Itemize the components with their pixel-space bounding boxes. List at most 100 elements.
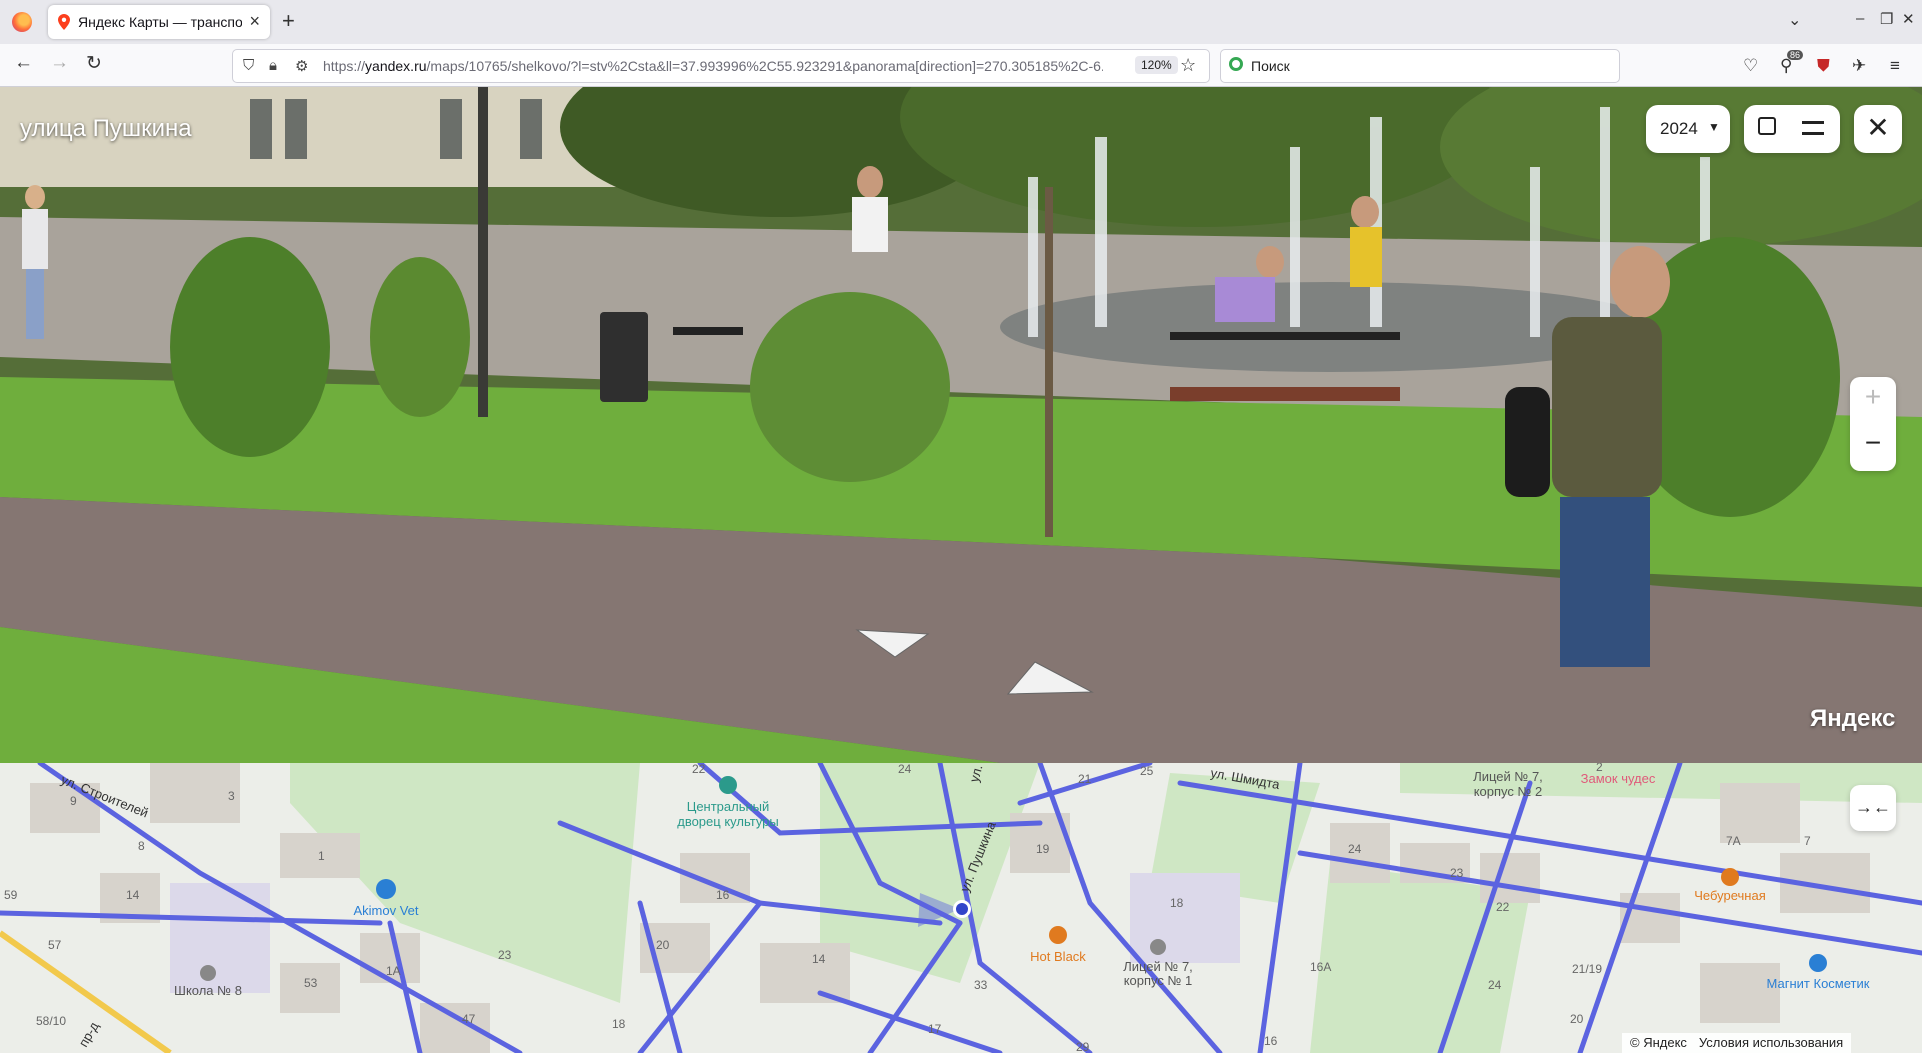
house-number: 3	[228, 789, 235, 803]
panorama-toolbar	[1744, 105, 1840, 153]
poi-label[interactable]: Hot Black	[1030, 949, 1086, 964]
house-number: 23	[1450, 866, 1464, 880]
permissions-icon[interactable]: ⚙	[295, 57, 308, 75]
menu-icon[interactable]: ≡	[1890, 56, 1900, 76]
house-number: 2	[1596, 763, 1603, 774]
house-number: 16	[1264, 1034, 1278, 1048]
house-number: 7А	[1726, 834, 1741, 848]
house-number: 9	[70, 794, 77, 808]
house-number: 17	[928, 1022, 942, 1036]
external-link-icon[interactable]	[1758, 117, 1776, 135]
caret-down-icon: ▼	[1708, 120, 1720, 134]
tab-yandex-maps[interactable]: Яндекс Карты — транспор ×	[48, 5, 270, 39]
street-name: улица Пушкина	[20, 115, 192, 142]
zoom-out-button[interactable]: −	[1850, 427, 1896, 459]
terms-link[interactable]: Условия использования	[1699, 1035, 1843, 1050]
house-number: 8	[138, 839, 145, 853]
poi-label[interactable]: Чебуречная	[1694, 888, 1766, 903]
poi-label[interactable]: дворец культуры	[677, 814, 779, 829]
house-number: 16А	[1310, 960, 1331, 974]
house-number: 58/10	[36, 1014, 66, 1028]
search-input[interactable]: Поиск	[1220, 49, 1620, 83]
poi-label[interactable]: корпус № 2	[1474, 784, 1543, 799]
copyright-text: © Яндекс	[1630, 1035, 1687, 1050]
house-number: 18	[1170, 896, 1184, 910]
house-number: 22	[1496, 900, 1510, 914]
yandex-logo: Яндекс	[1810, 705, 1896, 732]
navigation-bar: ← → ↻ ⛉ 🔒︎ ⚙ https://yandex.ru/maps/1076…	[0, 44, 1922, 87]
search-placeholder: Поиск	[1251, 58, 1290, 74]
year-value: 2024	[1660, 119, 1698, 138]
zoom-in-button[interactable]: +	[1850, 381, 1896, 413]
house-number: 29	[1076, 1040, 1090, 1053]
mini-map[interactable]: ул. Строителей ул. Пушкина ул. Шмидта ул…	[0, 763, 1922, 1053]
poi-label[interactable]: корпус № 1	[1124, 973, 1193, 988]
panorama-image[interactable]	[0, 87, 1922, 763]
search-engine-icon	[1229, 57, 1243, 71]
reload-icon[interactable]: ↻	[86, 52, 102, 75]
house-number: 14	[812, 952, 826, 966]
map-footer: © Яндекс Условия использования	[1622, 1033, 1852, 1053]
poi-marker[interactable]: Центральный дворец культуры	[677, 776, 779, 829]
house-number: 24	[1488, 978, 1502, 992]
ublock-icon[interactable]: ⛊	[1817, 56, 1830, 76]
poi-marker[interactable]: Замок чудес	[1581, 771, 1656, 786]
house-number: 24	[898, 763, 912, 776]
url-text[interactable]: https://yandex.ru/maps/10765/shelkovo/?l…	[323, 58, 1103, 74]
minimize-icon[interactable]: –	[1856, 10, 1864, 27]
house-number: 21/19	[1572, 962, 1602, 976]
house-number: 1А	[386, 964, 401, 978]
extension-badge: 86	[1787, 50, 1804, 60]
pocket-icon[interactable]: ♡	[1743, 56, 1758, 76]
poi-label[interactable]: Лицей № 7,	[1123, 959, 1193, 974]
house-number: 47	[462, 1012, 476, 1026]
chevron-down-icon[interactable]: ⌄	[1788, 10, 1801, 30]
addon-icon[interactable]: ✈	[1852, 56, 1866, 76]
house-number: 59	[4, 888, 18, 902]
poi-label[interactable]: Замок чудес	[1581, 771, 1656, 786]
window-close-icon[interactable]: ✕	[1902, 10, 1915, 28]
street-label: пр-д	[76, 1019, 102, 1050]
house-number: 7	[1804, 834, 1811, 848]
close-icon[interactable]: ×	[249, 11, 260, 32]
lock-icon[interactable]: 🔒︎	[269, 57, 277, 74]
poi-label[interactable]: Лицей № 7,	[1473, 769, 1543, 784]
year-selector[interactable]: 2024 ▼	[1646, 105, 1730, 153]
house-number: 33	[974, 978, 988, 992]
house-number: 1	[318, 849, 325, 863]
restore-icon[interactable]: ❐	[1880, 10, 1893, 28]
url-bar[interactable]: ⛉ 🔒︎ ⚙ https://yandex.ru/maps/10765/shel…	[232, 49, 1210, 83]
poi-label[interactable]: Центральный	[687, 799, 770, 814]
house-number: 24	[1348, 842, 1362, 856]
house-number: 21	[1078, 772, 1092, 786]
poi-marker[interactable]: Магнит Косметик	[1767, 954, 1870, 991]
house-number: 20	[1570, 1012, 1584, 1026]
forward-icon[interactable]: →	[50, 52, 69, 74]
poi-label[interactable]: Магнит Косметик	[1767, 976, 1870, 991]
tab-bar: Яндекс Карты — транспор × + ⌄ – ❐ ✕	[0, 0, 1922, 44]
house-number: 25	[1140, 764, 1154, 778]
map-canvas[interactable]: ул. Строителей ул. Пушкина ул. Шмидта ул…	[0, 763, 1922, 1053]
close-panorama-button[interactable]: ✕	[1854, 105, 1902, 153]
house-number: 57	[48, 938, 62, 952]
house-number: 14	[126, 888, 140, 902]
poi-marker[interactable]: Чебуречная	[1694, 868, 1766, 903]
house-number: 22	[692, 763, 706, 776]
house-number: 19	[1036, 842, 1050, 856]
poi-label[interactable]: Школа № 8	[174, 983, 242, 998]
zoom-level[interactable]: 120%	[1135, 56, 1178, 74]
poi-marker[interactable]: Hot Black	[1030, 926, 1086, 964]
tab-title: Яндекс Карты — транспор	[78, 14, 242, 30]
collapse-icon[interactable]: →←	[1850, 785, 1896, 831]
plus-icon[interactable]: +	[282, 8, 295, 34]
shield-icon[interactable]: ⛉	[243, 57, 254, 74]
firefox-logo-icon[interactable]	[12, 12, 32, 32]
map-pin-icon	[58, 14, 70, 30]
house-number: 18	[612, 1017, 626, 1031]
back-icon[interactable]: ←	[14, 52, 33, 74]
poi-label[interactable]: Akimov Vet	[353, 903, 418, 918]
layers-icon[interactable]	[1802, 121, 1824, 135]
star-icon[interactable]: ☆	[1180, 55, 1196, 76]
poi-marker[interactable]: Лицей № 7, корпус № 2	[1473, 769, 1543, 799]
street-panorama[interactable]: улица Пушкина 2024 ▼ ✕ + − Яндекс	[0, 87, 1922, 763]
